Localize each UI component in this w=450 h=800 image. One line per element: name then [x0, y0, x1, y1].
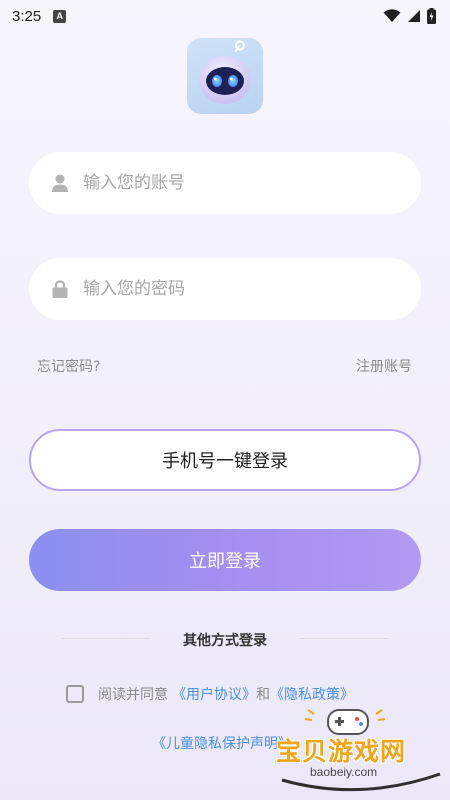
other-login-methods-title: 其他方式登录 [183, 633, 267, 649]
user-agreement-link[interactable]: 《用户协议》 [172, 684, 256, 704]
phone-login-button[interactable]: 手机号一键登录 [29, 429, 421, 491]
wifi-icon [383, 9, 401, 22]
status-bar: 3:25 A [0, 0, 450, 32]
child-privacy-link[interactable]: 《儿童隐私保护声明》 [152, 736, 292, 752]
child-privacy-row: 《儿童隐私保护声明》 [152, 733, 292, 753]
password-input[interactable] [83, 279, 383, 299]
user-icon [51, 174, 69, 192]
watermark-domain: baobeiy.com [310, 765, 378, 779]
watermark: 宝贝游戏网 baobeiy.com [270, 706, 448, 796]
agreement-and: 和 [256, 687, 270, 703]
watermark-title: 宝贝游戏网 [276, 737, 407, 766]
account-field[interactable] [29, 152, 421, 214]
status-time: 3:25 [12, 7, 42, 25]
forgot-password-link[interactable]: 忘记密码? [37, 356, 100, 376]
account-input[interactable] [83, 173, 383, 193]
register-account-link[interactable]: 注册账号 [356, 356, 412, 376]
agreement-checkbox[interactable] [66, 685, 84, 703]
robot-logo-icon [187, 38, 263, 114]
battery-icon [427, 8, 436, 24]
notification-a-icon: A [53, 9, 67, 23]
agreement-row: 阅读并同意 《用户协议》 和 《隐私政策》 [66, 684, 354, 704]
privacy-policy-link[interactable]: 《隐私政策》 [270, 684, 354, 704]
login-button[interactable]: 立即登录 [29, 529, 421, 591]
agreement-prefix: 阅读并同意 [98, 687, 168, 703]
signal-icon [408, 10, 420, 22]
lock-icon [51, 280, 69, 298]
password-field[interactable] [29, 258, 421, 320]
status-indicators [383, 8, 436, 24]
gamepad-icon [281, 709, 441, 792]
